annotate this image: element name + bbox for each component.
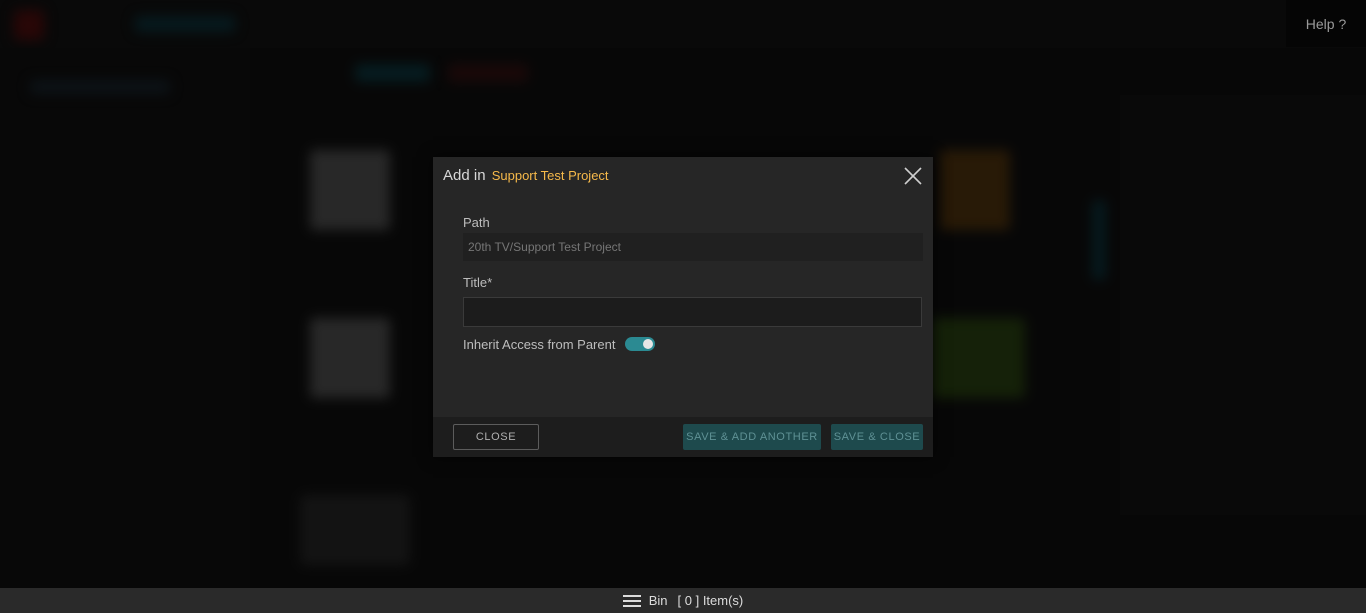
bin-item-count: [ 0 ] Item(s) <box>677 593 744 608</box>
dialog-header: Add in Support Test Project <box>433 157 933 195</box>
bin-bar[interactable]: Bin [ 0 ] Item(s) <box>0 588 1366 613</box>
title-field[interactable] <box>463 297 922 327</box>
inherit-access-label: Inherit Access from Parent <box>463 336 616 352</box>
close-icon[interactable] <box>903 166 923 186</box>
add-item-dialog: Add in Support Test Project Path Title* … <box>433 157 933 457</box>
dialog-footer: CLOSE SAVE & ADD ANOTHER SAVE & CLOSE <box>433 417 933 457</box>
path-field <box>463 233 923 261</box>
help-button[interactable]: Help ? <box>1286 0 1366 47</box>
save-and-close-button[interactable]: SAVE & CLOSE <box>831 424 923 450</box>
inherit-access-toggle[interactable] <box>625 337 656 351</box>
inherit-access-row: Inherit Access from Parent <box>463 336 656 352</box>
title-label: Title* <box>463 275 493 290</box>
toggle-knob <box>643 339 654 349</box>
dialog-title: Add in Support Test Project <box>443 167 609 184</box>
path-label: Path <box>463 215 490 230</box>
close-button[interactable]: CLOSE <box>453 424 539 450</box>
dialog-project-name: Support Test Project <box>491 168 609 183</box>
hamburger-menu-icon[interactable] <box>622 594 641 607</box>
app-screen: Help ? Add in Support Test Project Path … <box>0 0 1366 613</box>
dialog-title-prefix: Add in <box>443 167 486 184</box>
save-and-add-another-button[interactable]: SAVE & ADD ANOTHER <box>683 424 821 450</box>
bin-label: Bin <box>648 593 668 608</box>
